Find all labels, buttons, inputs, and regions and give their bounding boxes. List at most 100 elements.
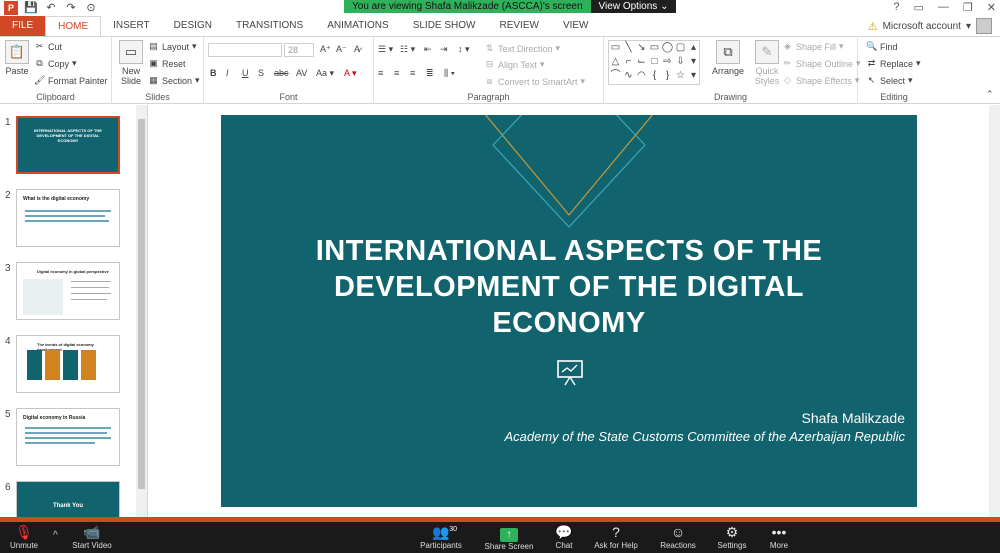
participants-button[interactable]: 👥 30 Participants xyxy=(411,524,471,550)
oval-shape-icon[interactable]: ◯ xyxy=(661,41,674,55)
arrange-button[interactable]: ⧉ Arrange xyxy=(710,40,746,76)
undo-icon[interactable]: ↶ xyxy=(44,1,58,15)
increase-indent-icon[interactable]: ⇥ xyxy=(440,44,448,55)
avatar[interactable] xyxy=(976,18,992,34)
textbox-shape-icon[interactable]: ▭ xyxy=(609,41,622,55)
scroll-thumb[interactable] xyxy=(138,119,145,489)
close-icon[interactable]: ✕ xyxy=(987,1,996,14)
triangle-shape-icon[interactable]: △ xyxy=(609,55,622,69)
ribbon-display-options-icon[interactable]: ▭ xyxy=(914,1,924,14)
brace-open-icon[interactable]: { xyxy=(648,69,661,83)
curve-shape-icon[interactable]: ⌒ xyxy=(609,69,622,83)
tab-insert[interactable]: INSERT xyxy=(101,16,162,36)
more-button[interactable]: ••• More xyxy=(749,524,809,550)
shadow-icon[interactable]: S xyxy=(258,68,264,78)
save-icon[interactable]: 💾 xyxy=(24,1,38,15)
format-painter-button[interactable]: 🖌 Format Painter xyxy=(34,75,108,86)
change-case-icon[interactable]: Aa ▾ xyxy=(316,68,334,79)
start-video-button[interactable]: 📹 Start Video xyxy=(62,524,122,550)
elbow-shape-icon[interactable]: ⌐ xyxy=(622,55,635,69)
tab-slide-show[interactable]: SLIDE SHOW xyxy=(401,16,488,36)
shape-fill-button[interactable]: ◈ Shape Fill ▾ xyxy=(782,41,844,52)
align-center-icon[interactable]: ≡ xyxy=(394,68,399,78)
slide-thumbnail-3[interactable]: Digital economy in global perspective xyxy=(16,262,120,320)
down-arrow-shape-icon[interactable]: ⇩ xyxy=(674,55,687,69)
ask-for-help-button[interactable]: ? Ask for Help xyxy=(586,524,646,550)
tab-file[interactable]: FILE xyxy=(0,16,46,36)
slide-thumbnail-1[interactable]: INTERNATIONAL ASPECTS OF THE DEVELOPMENT… xyxy=(16,116,120,174)
slide-thumbnail-4[interactable]: The trends of digital economy developmen… xyxy=(16,335,120,393)
align-right-icon[interactable]: ≡ xyxy=(410,68,415,78)
tab-home[interactable]: HOME xyxy=(45,16,102,36)
paste-button[interactable]: 📋 Paste xyxy=(2,40,32,76)
underline-icon[interactable]: U xyxy=(242,68,249,78)
presenter-organization[interactable]: Academy of the State Customs Committee o… xyxy=(504,429,905,444)
decrease-font-icon[interactable]: A⁻ xyxy=(336,44,347,55)
tab-animations[interactable]: ANIMATIONS xyxy=(315,16,400,36)
chat-button[interactable]: 💬 Chat xyxy=(534,524,594,550)
gallery-more-icon[interactable]: ▾ xyxy=(687,69,700,83)
columns-icon[interactable]: ⫼ ▾ xyxy=(444,68,455,79)
align-text-button[interactable]: ⊟ Align Text ▾ xyxy=(484,59,545,70)
font-name-input[interactable] xyxy=(208,43,282,57)
shape-effects-button[interactable]: ◇ Shape Effects ▾ xyxy=(782,75,859,86)
align-left-icon[interactable]: ≡ xyxy=(378,68,383,78)
reactions-button[interactable]: ☺ Reactions xyxy=(648,524,708,550)
account-area[interactable]: ⚠ Microsoft account ▾ xyxy=(868,18,992,34)
help-icon[interactable]: ? xyxy=(893,1,899,14)
view-options-button[interactable]: View Options ⌄ xyxy=(590,0,677,13)
convert-smartart-button[interactable]: ⧈ Convert to SmartArt ▾ xyxy=(484,76,585,87)
thumbnail-scrollbar[interactable] xyxy=(136,105,147,517)
find-button[interactable]: 🔍 Find xyxy=(866,41,898,52)
shape-outline-button[interactable]: ✏ Shape Outline ▾ xyxy=(782,58,861,69)
line-shape-icon[interactable]: ╲ xyxy=(622,41,635,55)
select-button[interactable]: ↖ Select ▾ xyxy=(866,75,913,86)
section-button[interactable]: ▦ Section ▾ xyxy=(148,75,199,86)
tab-view[interactable]: VIEW xyxy=(551,16,601,36)
collapse-ribbon-icon[interactable]: ⌃ xyxy=(986,89,994,100)
font-size-input[interactable]: 28 xyxy=(284,43,314,57)
elbow-arrow-shape-icon[interactable]: ⌙ xyxy=(635,55,648,69)
tab-review[interactable]: REVIEW xyxy=(487,16,550,36)
character-spacing-icon[interactable]: AV xyxy=(296,68,307,78)
strikethrough-icon[interactable]: abc xyxy=(274,68,289,78)
reset-button[interactable]: ▣ Reset xyxy=(148,58,185,69)
presenter-name[interactable]: Shafa Malikzade xyxy=(801,410,905,426)
justify-icon[interactable]: ≣ xyxy=(426,68,434,79)
start-from-beginning-icon[interactable]: ⊙ xyxy=(84,1,98,15)
increase-font-icon[interactable]: A⁺ xyxy=(320,44,331,55)
rectangle-shape-icon[interactable]: ▭ xyxy=(648,41,661,55)
star-shape-icon[interactable]: ☆ xyxy=(674,69,687,83)
unmute-button[interactable]: 🎙 Unmute xyxy=(0,524,54,550)
decrease-indent-icon[interactable]: ⇤ xyxy=(424,44,432,55)
minimize-icon[interactable]: — xyxy=(938,1,949,14)
replace-button[interactable]: ⇄ Replace ▾ xyxy=(866,58,921,69)
slide-thumbnail-2[interactable]: What is the digital economy xyxy=(16,189,120,247)
shapes-gallery[interactable]: ▭ ╲ ↘ ▭ ◯ ▢ ▴ △ ⌐ ⌙ □ ⇨ ⇩ ▾ ⌒ ∿ ◠ { } ☆ xyxy=(608,40,700,85)
new-slide-button[interactable]: ▭ New Slide xyxy=(116,40,146,86)
cut-button[interactable]: ✂ Cut xyxy=(34,41,62,52)
copy-button[interactable]: ⧉ Copy ▾ xyxy=(34,58,76,69)
brace-close-icon[interactable]: } xyxy=(661,69,674,83)
numbering-icon[interactable]: ☷ ▾ xyxy=(400,44,415,55)
redo-icon[interactable]: ↷ xyxy=(64,1,78,15)
rounded-rect-shape-icon[interactable]: ▢ xyxy=(674,41,687,55)
bullets-icon[interactable]: ☰ ▾ xyxy=(378,44,393,55)
italic-icon[interactable]: I xyxy=(226,68,229,78)
line-spacing-icon[interactable]: ↕ ▾ xyxy=(458,44,470,55)
current-slide[interactable]: INTERNATIONAL ASPECTS OF THE DEVELOPMENT… xyxy=(221,115,917,507)
quick-styles-button[interactable]: ✎ Quick Styles xyxy=(750,40,784,86)
slide-thumbnail-6[interactable]: Thank You xyxy=(16,481,120,517)
arrow-shape-icon[interactable]: ↘ xyxy=(635,41,648,55)
clear-formatting-icon[interactable]: A̷ xyxy=(354,44,360,54)
freeform-shape-icon[interactable]: ∿ xyxy=(622,69,635,83)
tab-transitions[interactable]: TRANSITIONS xyxy=(224,16,315,36)
square-shape-icon[interactable]: □ xyxy=(648,55,661,69)
arc-shape-icon[interactable]: ◠ xyxy=(635,69,648,83)
bold-icon[interactable]: B xyxy=(210,68,217,78)
gallery-up-icon[interactable]: ▴ xyxy=(687,41,700,55)
text-direction-button[interactable]: ⇅ Text Direction ▾ xyxy=(484,43,560,54)
gallery-down-icon[interactable]: ▾ xyxy=(687,55,700,69)
right-arrow-shape-icon[interactable]: ⇨ xyxy=(661,55,674,69)
slide-scrollbar[interactable] xyxy=(989,105,1000,517)
